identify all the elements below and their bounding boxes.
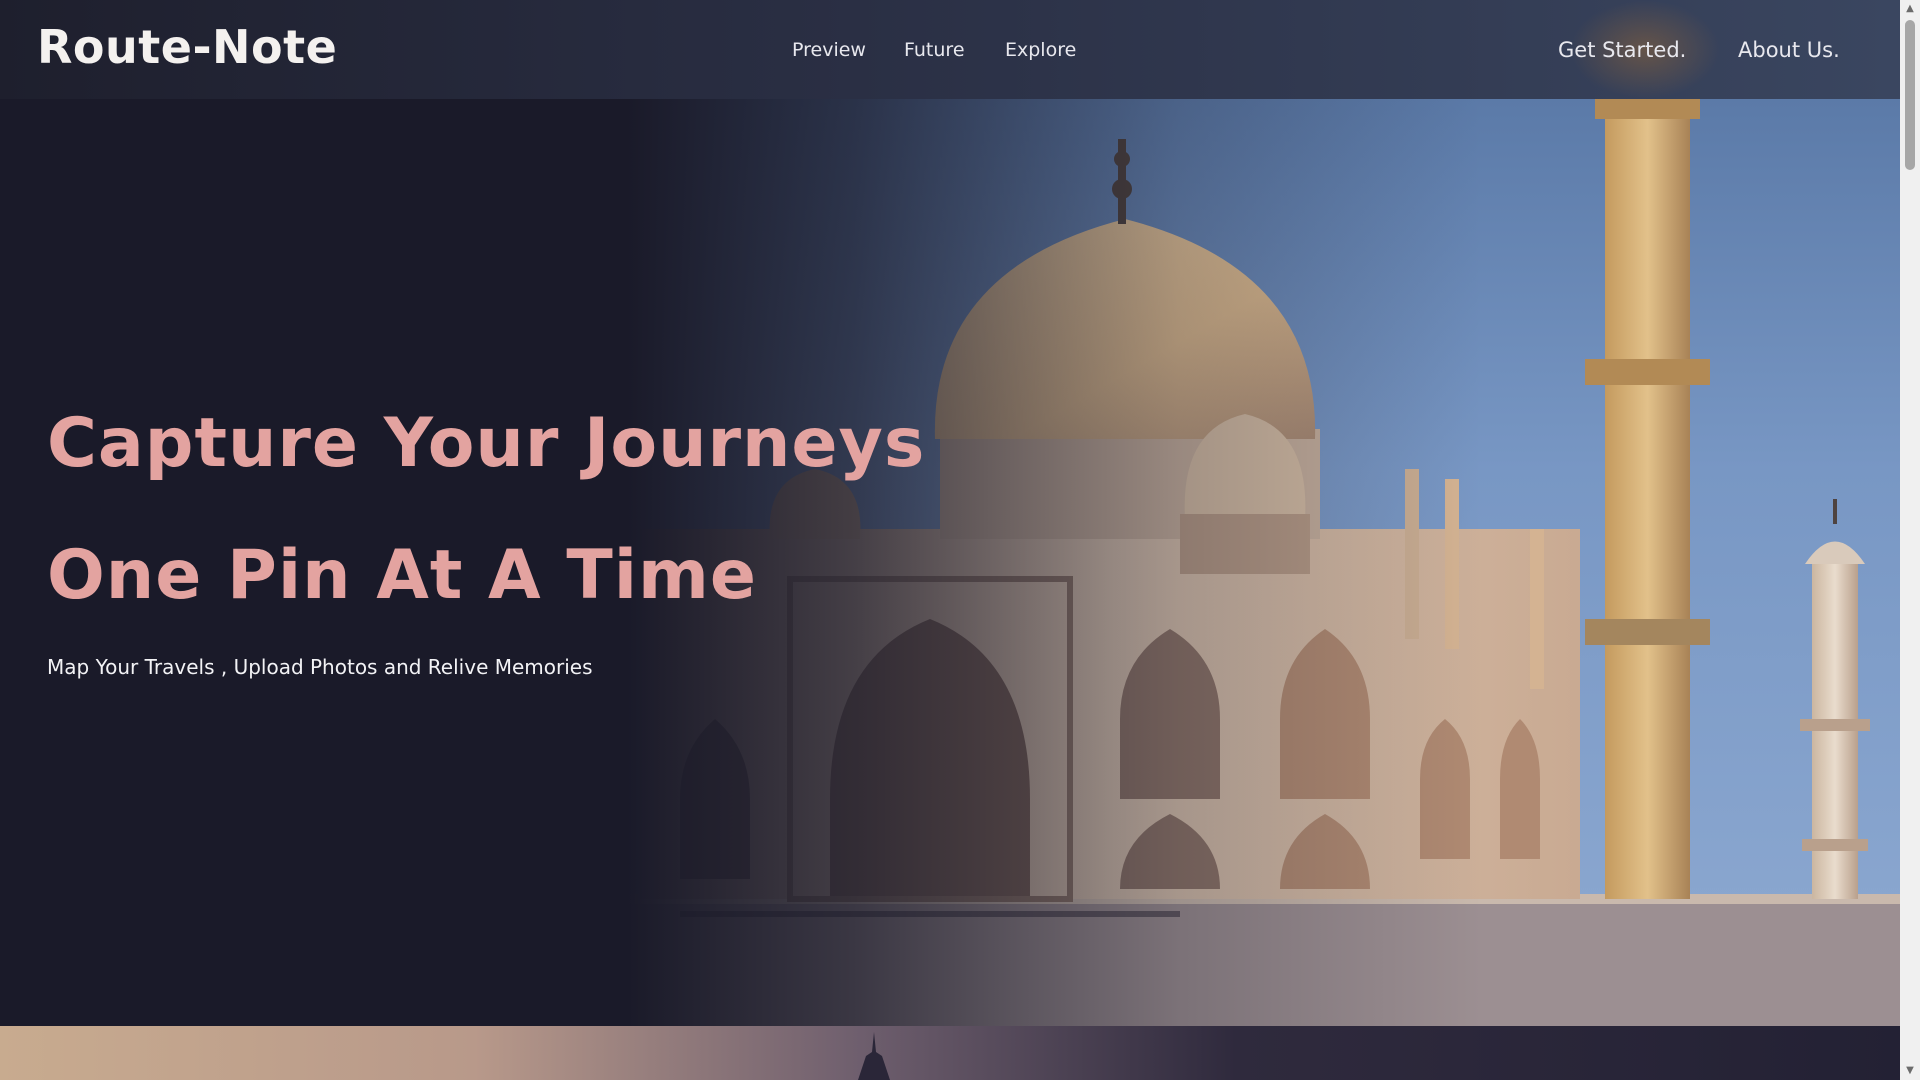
about-us-link[interactable]: About Us. (1738, 38, 1840, 62)
scrollbar-thumb[interactable] (1905, 20, 1915, 170)
next-section-peek (0, 1026, 1900, 1080)
hero-subtitle: Map Your Travels , Upload Photos and Rel… (47, 655, 593, 679)
top-navbar: Route-Note Preview Future Explore Get St… (0, 0, 1900, 99)
get-started-link[interactable]: Get Started. (1558, 38, 1686, 62)
hero-section: Capture Your Journeys One Pin At A Time … (0, 99, 1900, 1026)
scroll-down-arrow-icon[interactable]: ▼ (1900, 1062, 1920, 1080)
next-section-monument-icon (858, 1032, 890, 1080)
brand-logo[interactable]: Route-Note (37, 20, 337, 74)
nav-link-preview[interactable]: Preview (792, 39, 866, 61)
scroll-up-arrow-icon[interactable]: ▲ (1900, 0, 1920, 18)
nav-link-explore[interactable]: Explore (1005, 39, 1076, 61)
hero-headline-line1: Capture Your Journeys (47, 404, 926, 483)
nav-link-future[interactable]: Future (904, 39, 965, 61)
hero-headline-line2: One Pin At A Time (47, 536, 758, 615)
page: Route-Note Preview Future Explore Get St… (0, 0, 1920, 1080)
vertical-scrollbar[interactable]: ▲ ▼ (1900, 0, 1920, 1080)
